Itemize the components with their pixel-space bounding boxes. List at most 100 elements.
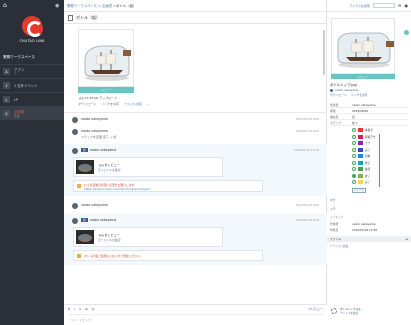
sidebar-item-app[interactable]: A アプリ ア: [0, 64, 64, 78]
add-version-link[interactable]: バージョン追加: [330, 244, 411, 248]
sidebar-item-sub: ア: [14, 72, 17, 76]
sidebar-list: A アプリ ア 1 1 社外イベント L LP S 企画書 企画: [0, 64, 64, 120]
download-link[interactable]: ダウンロード: [78, 102, 96, 106]
attachment-card[interactable]: .jpg をレビュー 元ファイルを確認: [73, 157, 223, 177]
sidebar-item-lp[interactable]: L LP: [0, 92, 64, 106]
step-color-chip: [358, 147, 363, 152]
preview-toggle[interactable]: プレビュー: [308, 307, 323, 311]
files-tab[interactable]: ファイル ≡: [327, 235, 411, 242]
step-color-chip: [358, 173, 363, 178]
meta-value: 2019/01/18 13:58: [352, 227, 378, 232]
download-link[interactable]: ダウンロード: [330, 93, 347, 97]
message: 仮 naoto nakayama 2019/01/18 13:38: [64, 144, 327, 154]
property-value[interactable]: 仮 1: [352, 121, 357, 125]
step-color-chip: [358, 167, 363, 172]
sidebar-item-event[interactable]: 1 1 社外イベント: [0, 78, 64, 92]
item-button[interactable]: アイテム: [352, 187, 366, 193]
comment-input[interactable]: コメントを入力: [68, 314, 323, 323]
file-list-link[interactable]: ファイルを確認: [340, 311, 360, 315]
note-url[interactable]: https://www.dropbox.com/home/xg/work/log…: [84, 187, 150, 191]
memo-label: メモ: [330, 206, 336, 211]
menu-icon[interactable]: ≡: [406, 237, 408, 241]
top-bar: アイテムを検索 ⚙ ●: [327, 0, 411, 12]
message-text: ステップを変更 完了 → 仮: [81, 135, 117, 139]
owner-name: naoto nakayama: [335, 88, 359, 92]
breadcrumb-path[interactable]: 業務ワークスペース > 企画書 >: [67, 3, 116, 8]
property-key: 優先度: [330, 114, 339, 119]
review-button[interactable]: レビュー: [331, 74, 395, 79]
thread-content: レビュー .jpg 13.58 KB アップロード ダウンロード リンクを共有 …: [64, 24, 327, 304]
review-note: ボトルの瓶と装飾もいないかで修復ください。: [73, 250, 263, 261]
logo-text: CHUTAO LINK: [19, 39, 45, 43]
file-share-link[interactable]: ファイル共有: [124, 102, 142, 106]
sidebar-item-proposal[interactable]: S 企画書 企画: [0, 106, 64, 120]
step-tag: 仮: [81, 218, 88, 222]
note-icon: [77, 253, 81, 258]
italic-button[interactable]: I: [74, 307, 75, 311]
file-list-item[interactable]: ボトルシップ.jpg ファイルを確認: [331, 304, 409, 318]
message-time: 2019/01/18 8:00: [295, 129, 319, 133]
review-button[interactable]: レビュー: [78, 87, 134, 93]
note-text: ボトルの瓶と装飾もいないかで修復ください。: [84, 253, 143, 258]
close-icon[interactable]: [404, 30, 409, 35]
bold-button[interactable]: B: [68, 307, 70, 311]
notification-icon[interactable]: ◉: [55, 3, 61, 9]
home-icon[interactable]: ⌂: [3, 3, 9, 9]
attachment-link[interactable]: 元ファイルを確認: [98, 238, 120, 242]
breadcrumb: 業務ワークスペース > 企画書 > ボトル（仮）: [64, 0, 326, 12]
file-info: .jpg 13.58 KB アップロード: [78, 96, 118, 100]
property-key: 担当者: [330, 102, 339, 107]
review-message: 仮 naoto nakayama 2019/01/18 13:38 .jpg をレ…: [64, 144, 327, 196]
step-ring: [352, 128, 356, 133]
review-note: ロゴを画像の意図に変更をお願いします。 https://www.dropbox.…: [73, 180, 263, 192]
underline-button[interactable]: U: [79, 307, 81, 311]
share-link[interactable]: リンクを共有: [351, 93, 368, 97]
step-ring: [352, 134, 356, 139]
memo-input[interactable]: メモを入力: [330, 215, 411, 219]
app-window: ⌂ ◉ CHUTAO LINK 業務ワークスペース A アプリ ア 1 1 社外…: [0, 0, 411, 325]
avatar: [72, 203, 78, 209]
image-preview[interactable]: [78, 29, 134, 87]
bottle-ship-image: [332, 19, 394, 73]
meta-key: 作成日: [330, 227, 339, 232]
detail-actions: ダウンロード リンクを共有: [330, 93, 411, 97]
property-value[interactable]: naoto nakayama: [352, 103, 375, 107]
settings-icon[interactable]: ⚙: [398, 3, 402, 8]
message: naoto nakayama 2019/01/18 8:00: [64, 196, 327, 209]
step-item[interactable]: 完了: [352, 179, 402, 186]
sidebar-item-badge: L: [3, 96, 10, 103]
file-actions: ダウンロード リンクを共有 ファイル共有 …: [78, 102, 327, 106]
main-panel: 業務ワークスペース > 企画書 > ボトル（仮） ボトル（仮） レビュー .jp…: [64, 0, 327, 325]
more-icon[interactable]: …: [147, 102, 150, 106]
avatar: [330, 88, 333, 92]
breadcrumb-current: ボトル（仮）: [116, 4, 137, 8]
step-ring: [352, 147, 356, 152]
attachment-card[interactable]: .jpg をレビュー 元ファイルを確認: [73, 227, 223, 247]
step-label: ラフ: [365, 142, 371, 146]
user-icon[interactable]: ●: [405, 3, 409, 8]
detail-image-preview[interactable]: [331, 18, 395, 74]
property-value[interactable]: 2019/06/20: [352, 109, 368, 113]
step-label: 校了: [365, 174, 371, 178]
step-label: 完了: [365, 181, 371, 185]
meta-value: naoto nakayama: [352, 221, 376, 226]
mention-icon[interactable]: @: [92, 307, 95, 311]
step-list: 未着手 原稿アサ ラフ 完了 初稿 修正 確認 校了 完了: [352, 127, 402, 187]
property-value[interactable]: 高: [352, 115, 355, 119]
sidebar-item-badge: 1: [3, 82, 10, 89]
file-icon: [68, 14, 73, 21]
sidebar-section-title: 業務ワークスペース: [3, 55, 35, 59]
attachment-link[interactable]: 元ファイルを確認: [98, 168, 120, 172]
files-tab-label: ファイル: [330, 236, 342, 241]
logo: CHUTAO LINK: [0, 16, 64, 43]
search-input[interactable]: [372, 3, 395, 8]
share-link[interactable]: リンクを共有: [101, 102, 119, 106]
meta-row: 作成日 2019/01/18 13:58: [330, 227, 411, 233]
scrollbar[interactable]: [323, 30, 325, 75]
logo-mark: [22, 16, 43, 37]
detail-panel: アイテムを検索 ⚙ ● レビュー ボトルシップ.jpg naoto nakaya: [327, 0, 411, 325]
avatar: [72, 129, 78, 135]
table-icon[interactable]: ⊞: [85, 307, 88, 311]
avatar: [72, 148, 78, 154]
message-time: 2019/01/18 8:00: [295, 117, 319, 121]
